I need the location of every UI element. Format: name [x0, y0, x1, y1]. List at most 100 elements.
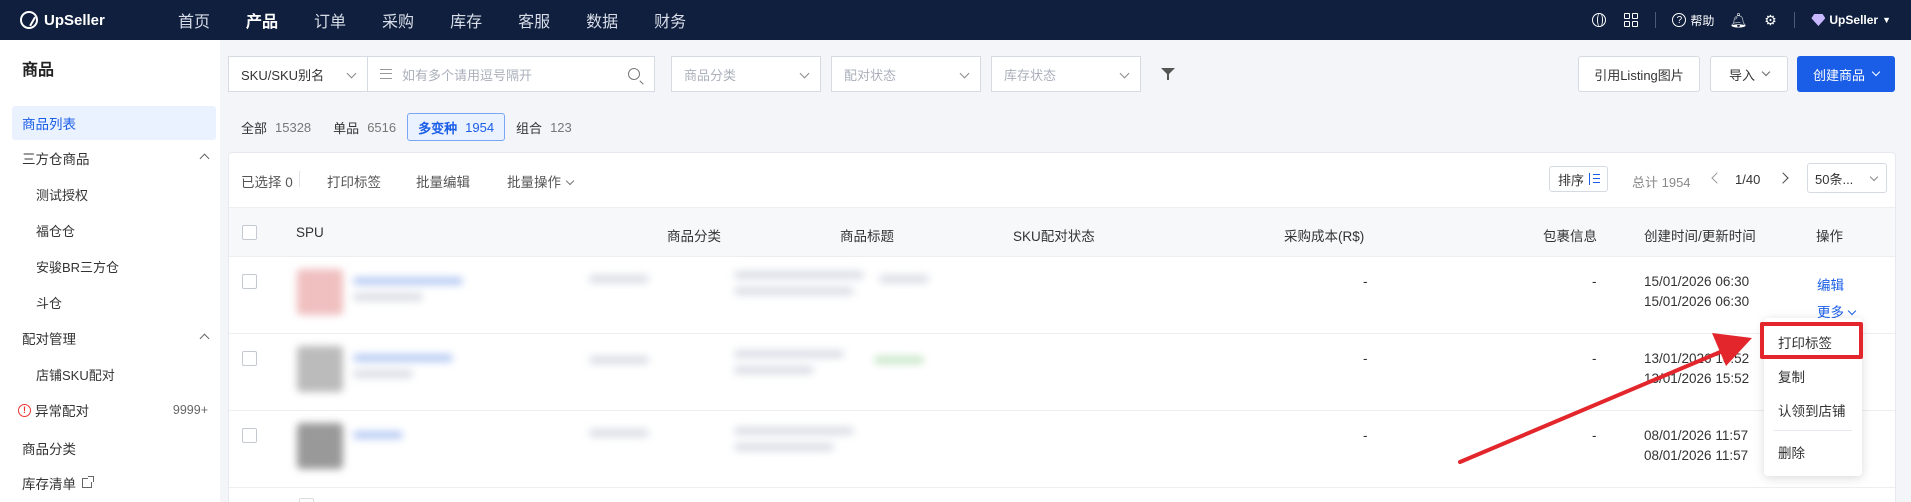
nav-item-0[interactable]: 首页: [160, 0, 228, 40]
nav-right: ? 帮助 🔔︎ ⚙︎ UpSeller ▼: [1591, 0, 1891, 40]
import-button[interactable]: 导入: [1710, 56, 1788, 92]
sidebar-item-inventory-list[interactable]: 库存清单: [12, 466, 216, 500]
sidebar-title: 商品: [22, 62, 55, 79]
sidebar-item-label: 异常配对: [35, 404, 89, 419]
prev-page-icon[interactable]: [1711, 172, 1723, 184]
search-icon[interactable]: [628, 68, 640, 80]
blurred-product-info: [289, 334, 1199, 411]
sidebar-item-doucang[interactable]: 斗仓: [12, 285, 216, 319]
sidebar-item-fucang[interactable]: 福仓仓: [12, 213, 216, 247]
toolbar-divider: [299, 171, 300, 187]
menu-item-delete[interactable]: 删除: [1764, 436, 1862, 468]
row-checkbox[interactable]: [242, 351, 257, 366]
pair-status-select[interactable]: 配对状态: [831, 56, 981, 92]
blurred-product-info: [289, 411, 1199, 488]
nav-item-3[interactable]: 采购: [364, 0, 432, 40]
batch-operations-dropdown[interactable]: 批量操作: [507, 171, 573, 191]
sku-type-value: SKU/SKU别名: [241, 67, 325, 83]
multi-line-icon: [380, 69, 392, 79]
chevron-down-icon: ▼: [1882, 15, 1891, 25]
create-product-button[interactable]: 创建商品: [1797, 56, 1895, 92]
chevron-up-icon: [199, 333, 210, 344]
filter-bar: SKU/SKU别名 如有多个请用逗号隔开 商品分类 配对状态 库存状态: [228, 56, 1175, 92]
type-tab-1[interactable]: 单品 6516: [322, 113, 407, 141]
chevron-down-icon: [1119, 68, 1130, 79]
import-label: 导入: [1728, 67, 1755, 83]
sku-type-select[interactable]: SKU/SKU别名: [228, 56, 368, 92]
sidebar-item-anjun-br[interactable]: 安骏BR三方仓: [12, 249, 216, 283]
menu-item-copy[interactable]: 复制: [1764, 360, 1862, 392]
sidebar-item-label: 商品分类: [22, 442, 76, 457]
nav-item-6[interactable]: 数据: [568, 0, 636, 40]
menu-item-claim-to-shop[interactable]: 认领到店铺: [1764, 394, 1862, 426]
sidebar-group-pairing[interactable]: 配对管理: [12, 321, 216, 355]
sidebar-group-3pl-products[interactable]: 三方仓商品: [12, 141, 216, 175]
chevron-down-icon: [1847, 306, 1857, 316]
page-size-select[interactable]: 50条...: [1807, 163, 1887, 193]
row-checkbox[interactable]: [299, 498, 314, 502]
pager-total: 总计 1954: [1632, 175, 1691, 190]
help-icon: ?: [1672, 13, 1687, 27]
blurred-product-info: [289, 257, 1199, 334]
sort-button[interactable]: 排序: [1549, 166, 1609, 192]
sidebar-item-shop-sku-pair[interactable]: 店铺SKU配对: [12, 357, 216, 391]
sidebar-item-test-auth[interactable]: 测试授权: [12, 177, 216, 211]
nav-item-1[interactable]: 产品: [228, 0, 296, 40]
th-created-updated: 创建时间/更新时间: [1644, 229, 1756, 244]
updated-time: 13/01/2026 15:52: [1644, 371, 1750, 386]
sidebar-item-label: 测试授权: [36, 187, 89, 203]
batch-edit-button[interactable]: 批量编辑: [416, 171, 470, 191]
created-time: 15/01/2026 06:30: [1644, 274, 1750, 289]
pager-current: 1/40: [1735, 172, 1761, 187]
menu-divider: [1774, 430, 1852, 431]
sidebar-item-abnormal-pair[interactable]: ! 异常配对 9999+: [12, 393, 216, 427]
nav-item-2[interactable]: 订单: [296, 0, 364, 40]
stock-status-select[interactable]: 库存状态: [991, 56, 1141, 92]
sidebar-item-product-list[interactable]: 商品列表: [12, 106, 216, 140]
apps-grid-icon[interactable]: [1623, 12, 1639, 28]
pair-status-placeholder: 配对状态: [844, 67, 897, 83]
search-input[interactable]: 如有多个请用逗号隔开: [368, 56, 655, 92]
purchase-cost: -: [1363, 428, 1368, 443]
filter-icon[interactable]: [1161, 67, 1175, 81]
gear-icon[interactable]: ⚙︎: [1762, 12, 1778, 28]
edit-link[interactable]: 编辑: [1817, 274, 1844, 294]
created-time: 13/01/2026 15:52: [1644, 351, 1750, 366]
nav-item-4[interactable]: 库存: [432, 0, 500, 40]
nav-divider: [1655, 12, 1657, 28]
type-tab-0[interactable]: 全部 15328: [230, 113, 322, 141]
create-product-label: 创建商品: [1812, 67, 1865, 83]
th-package-info: 包裹信息: [1543, 229, 1597, 244]
created-time: 08/01/2026 11:57: [1644, 428, 1749, 443]
product-table-panel: 已选择 0 打印标签 批量编辑 批量操作 排序 总计 1954 1/40 50条…: [228, 152, 1896, 502]
annotation-highlight-box: [1760, 322, 1863, 359]
sidebar-item-category[interactable]: 商品分类: [12, 431, 216, 465]
th-category: 商品分类: [667, 229, 721, 244]
nav-item-7[interactable]: 财务: [636, 0, 704, 40]
category-select[interactable]: 商品分类: [671, 56, 821, 92]
type-tab-3[interactable]: 组合 123: [505, 113, 583, 141]
type-tab-label: 全部: [241, 120, 268, 136]
listing-images-button[interactable]: 引用Listing图片: [1578, 56, 1700, 92]
app-logo[interactable]: UpSeller: [20, 11, 160, 29]
row-checkbox[interactable]: [242, 428, 257, 443]
table-header: SPU 商品分类 商品标题 SKU配对状态 采购成本(R$) 包裹信息 创建时间…: [229, 207, 1895, 257]
type-tab-2[interactable]: 多变种 1954: [407, 113, 506, 141]
help-button[interactable]: ? 帮助: [1672, 12, 1714, 29]
row-checkbox[interactable]: [242, 274, 257, 289]
user-menu[interactable]: UpSeller ▼: [1811, 13, 1891, 27]
nav-item-5[interactable]: 客服: [500, 0, 568, 40]
package-info: -: [1592, 351, 1597, 366]
next-page-icon[interactable]: [1777, 172, 1789, 184]
bell-icon[interactable]: 🔔︎: [1730, 12, 1748, 28]
select-all-checkbox[interactable]: [242, 225, 257, 240]
warning-icon: !: [18, 403, 31, 417]
print-label-button[interactable]: 打印标签: [327, 171, 381, 191]
selected-count: 已选择 0: [241, 175, 293, 190]
updated-time: 08/01/2026 11:57: [1644, 448, 1749, 463]
external-link-icon: [82, 476, 94, 488]
sidebar-item-label: 库存清单: [22, 477, 76, 492]
package-info: -: [1592, 428, 1597, 443]
chevron-down-icon: [1869, 172, 1879, 182]
globe-icon[interactable]: [1591, 12, 1607, 28]
